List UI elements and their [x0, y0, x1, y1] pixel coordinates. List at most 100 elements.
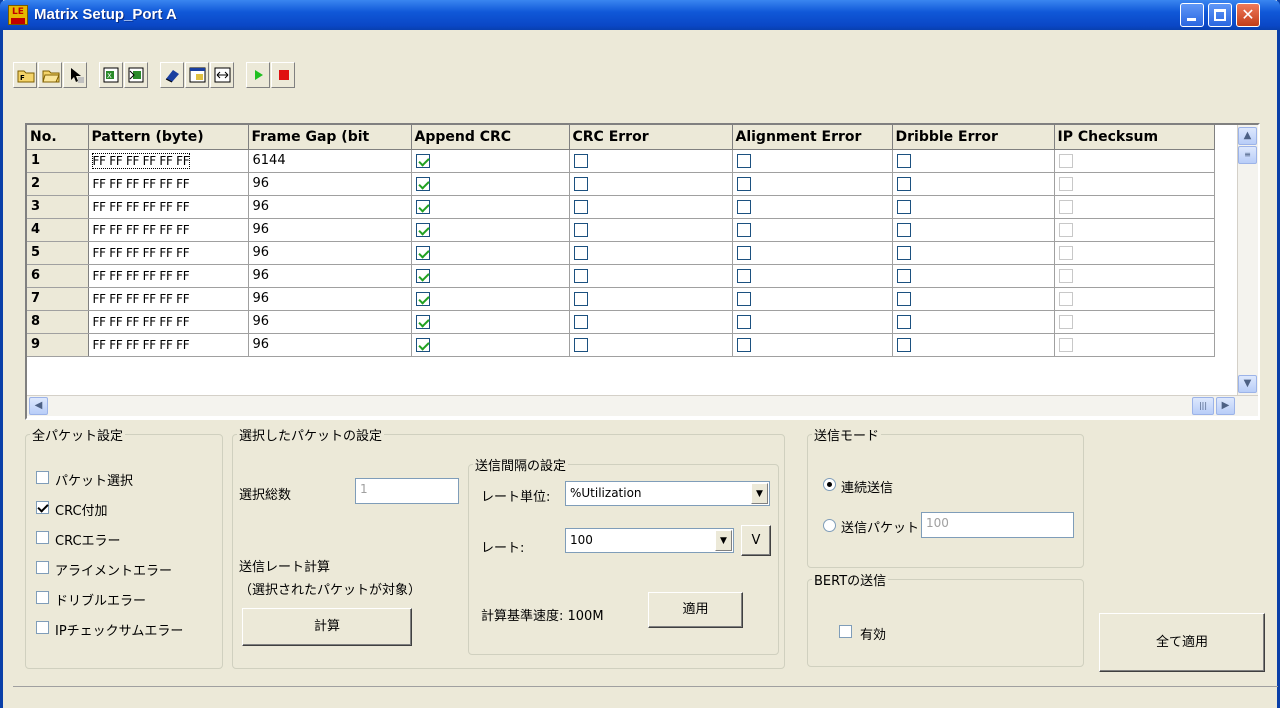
append-crc-checkbox[interactable]	[415, 245, 430, 260]
crc-error-cell[interactable]	[569, 149, 733, 173]
calc-button[interactable]: 計算	[242, 608, 412, 646]
open-folder-button[interactable]	[38, 62, 62, 88]
append-crc-checkbox[interactable]	[415, 199, 430, 214]
pattern-cell[interactable]: FF FF FF FF FF FF	[88, 264, 249, 288]
row-number[interactable]: 2	[27, 172, 89, 196]
col-header-append-crc[interactable]: Append CRC	[411, 125, 570, 150]
alignment-error-checkbox[interactable]	[736, 291, 751, 306]
append-crc-checkbox[interactable]	[415, 291, 430, 306]
dribble-error-cell[interactable]	[892, 287, 1055, 311]
pointer-button[interactable]	[63, 62, 87, 88]
crc-error-checkbox[interactable]	[573, 291, 588, 306]
dribble-error-cell[interactable]	[892, 172, 1055, 196]
dribble-error-cell[interactable]	[892, 241, 1055, 265]
crc-error-checkbox[interactable]	[573, 222, 588, 237]
continuous-radio[interactable]	[823, 478, 836, 491]
frame-gap-cell[interactable]: 6144	[248, 149, 412, 173]
pattern-cell[interactable]: FF FF FF FF FF FF	[88, 310, 249, 334]
all-packet-checkbox[interactable]	[36, 621, 49, 634]
ip-checksum-cell[interactable]	[1054, 172, 1215, 196]
dribble-error-checkbox[interactable]	[896, 153, 911, 168]
ip-checksum-checkbox[interactable]	[1058, 291, 1073, 306]
ip-checksum-checkbox[interactable]	[1058, 176, 1073, 191]
col-header-alignment-error[interactable]: Alignment Error	[732, 125, 893, 150]
col-header-dribble-error[interactable]: Dribble Error	[892, 125, 1055, 150]
apply-all-button[interactable]: 全て適用	[1099, 613, 1265, 672]
row-number[interactable]: 4	[27, 218, 89, 242]
crc-error-checkbox[interactable]	[573, 337, 588, 352]
dribble-error-checkbox[interactable]	[896, 245, 911, 260]
append-crc-cell[interactable]	[411, 195, 570, 219]
scroll-right-icon[interactable]: ▶	[1216, 397, 1235, 415]
horizontal-scrollbar[interactable]: ◀ ||| ▶	[27, 395, 1258, 416]
eraser-button[interactable]	[160, 62, 184, 88]
h-scroll-thumb[interactable]: |||	[1192, 397, 1214, 415]
close-button[interactable]: ✕	[1236, 3, 1260, 27]
alignment-error-cell[interactable]	[732, 172, 893, 196]
all-packet-checkbox[interactable]	[36, 501, 49, 514]
append-crc-checkbox[interactable]	[415, 268, 430, 283]
ip-checksum-cell[interactable]	[1054, 264, 1215, 288]
rate-unit-select[interactable]: %Utilization ▼	[565, 481, 770, 506]
crc-error-checkbox[interactable]	[573, 314, 588, 329]
all-packet-checkbox[interactable]	[36, 561, 49, 574]
ip-checksum-checkbox[interactable]	[1058, 337, 1073, 352]
alignment-error-checkbox[interactable]	[736, 245, 751, 260]
dribble-error-checkbox[interactable]	[896, 199, 911, 214]
frame-gap-cell[interactable]: 96	[248, 241, 412, 265]
apply-button[interactable]: 適用	[648, 592, 743, 628]
excel-import-button[interactable]	[124, 62, 148, 88]
packet-count-field[interactable]: 100	[921, 512, 1074, 538]
row-number[interactable]: 1	[27, 149, 89, 173]
crc-error-cell[interactable]	[569, 310, 733, 334]
ip-checksum-checkbox[interactable]	[1058, 314, 1073, 329]
table-row[interactable]: 8 FF FF FF FF FF FF 96	[27, 310, 1215, 334]
scroll-thumb[interactable]: ≡	[1238, 146, 1257, 164]
frame-gap-cell[interactable]: 96	[248, 287, 412, 311]
col-header-frame-gap[interactable]: Frame Gap (bit	[248, 125, 412, 150]
frame-gap-cell[interactable]: 96	[248, 195, 412, 219]
row-number[interactable]: 5	[27, 241, 89, 265]
dribble-error-cell[interactable]	[892, 333, 1055, 357]
append-crc-cell[interactable]	[411, 172, 570, 196]
dribble-error-cell[interactable]	[892, 218, 1055, 242]
stop-button[interactable]	[271, 62, 295, 88]
crc-error-cell[interactable]	[569, 241, 733, 265]
bert-enable-checkbox[interactable]	[839, 625, 852, 638]
scroll-down-icon[interactable]: ▼	[1238, 375, 1257, 393]
ip-checksum-checkbox[interactable]	[1058, 222, 1073, 237]
dribble-error-cell[interactable]	[892, 264, 1055, 288]
pattern-cell[interactable]: FF FF FF FF FF FF	[88, 287, 249, 311]
frame-gap-cell[interactable]: 96	[248, 264, 412, 288]
ip-checksum-cell[interactable]	[1054, 241, 1215, 265]
alignment-error-checkbox[interactable]	[736, 199, 751, 214]
dribble-error-checkbox[interactable]	[896, 291, 911, 306]
dribble-error-checkbox[interactable]	[896, 222, 911, 237]
frame-gap-cell[interactable]: 96	[248, 310, 412, 334]
dribble-error-cell[interactable]	[892, 195, 1055, 219]
vertical-scrollbar[interactable]: ▲ ≡ ▼	[1237, 125, 1258, 395]
append-crc-cell[interactable]	[411, 241, 570, 265]
col-header-crc-error[interactable]: CRC Error	[569, 125, 733, 150]
append-crc-checkbox[interactable]	[415, 153, 430, 168]
alignment-error-cell[interactable]	[732, 241, 893, 265]
table-row[interactable]: 3 FF FF FF FF FF FF 96	[27, 195, 1215, 219]
crc-error-checkbox[interactable]	[573, 199, 588, 214]
chevron-down-icon[interactable]: ▼	[751, 483, 768, 504]
append-crc-cell[interactable]	[411, 264, 570, 288]
append-crc-cell[interactable]	[411, 310, 570, 334]
append-crc-checkbox[interactable]	[415, 176, 430, 191]
col-header-no[interactable]: No.	[27, 125, 89, 150]
ip-checksum-checkbox[interactable]	[1058, 199, 1073, 214]
table-row[interactable]: 9 FF FF FF FF FF FF 96	[27, 333, 1215, 357]
append-crc-checkbox[interactable]	[415, 222, 430, 237]
all-packet-checkbox[interactable]	[36, 471, 49, 484]
ip-checksum-cell[interactable]	[1054, 149, 1215, 173]
alignment-error-checkbox[interactable]	[736, 314, 751, 329]
crc-error-checkbox[interactable]	[573, 268, 588, 283]
rate-select[interactable]: 100 ▼	[565, 528, 734, 553]
alignment-error-cell[interactable]	[732, 195, 893, 219]
minimize-button[interactable]	[1180, 3, 1204, 27]
col-header-pattern[interactable]: Pattern (byte)	[88, 125, 249, 150]
alignment-error-checkbox[interactable]	[736, 268, 751, 283]
